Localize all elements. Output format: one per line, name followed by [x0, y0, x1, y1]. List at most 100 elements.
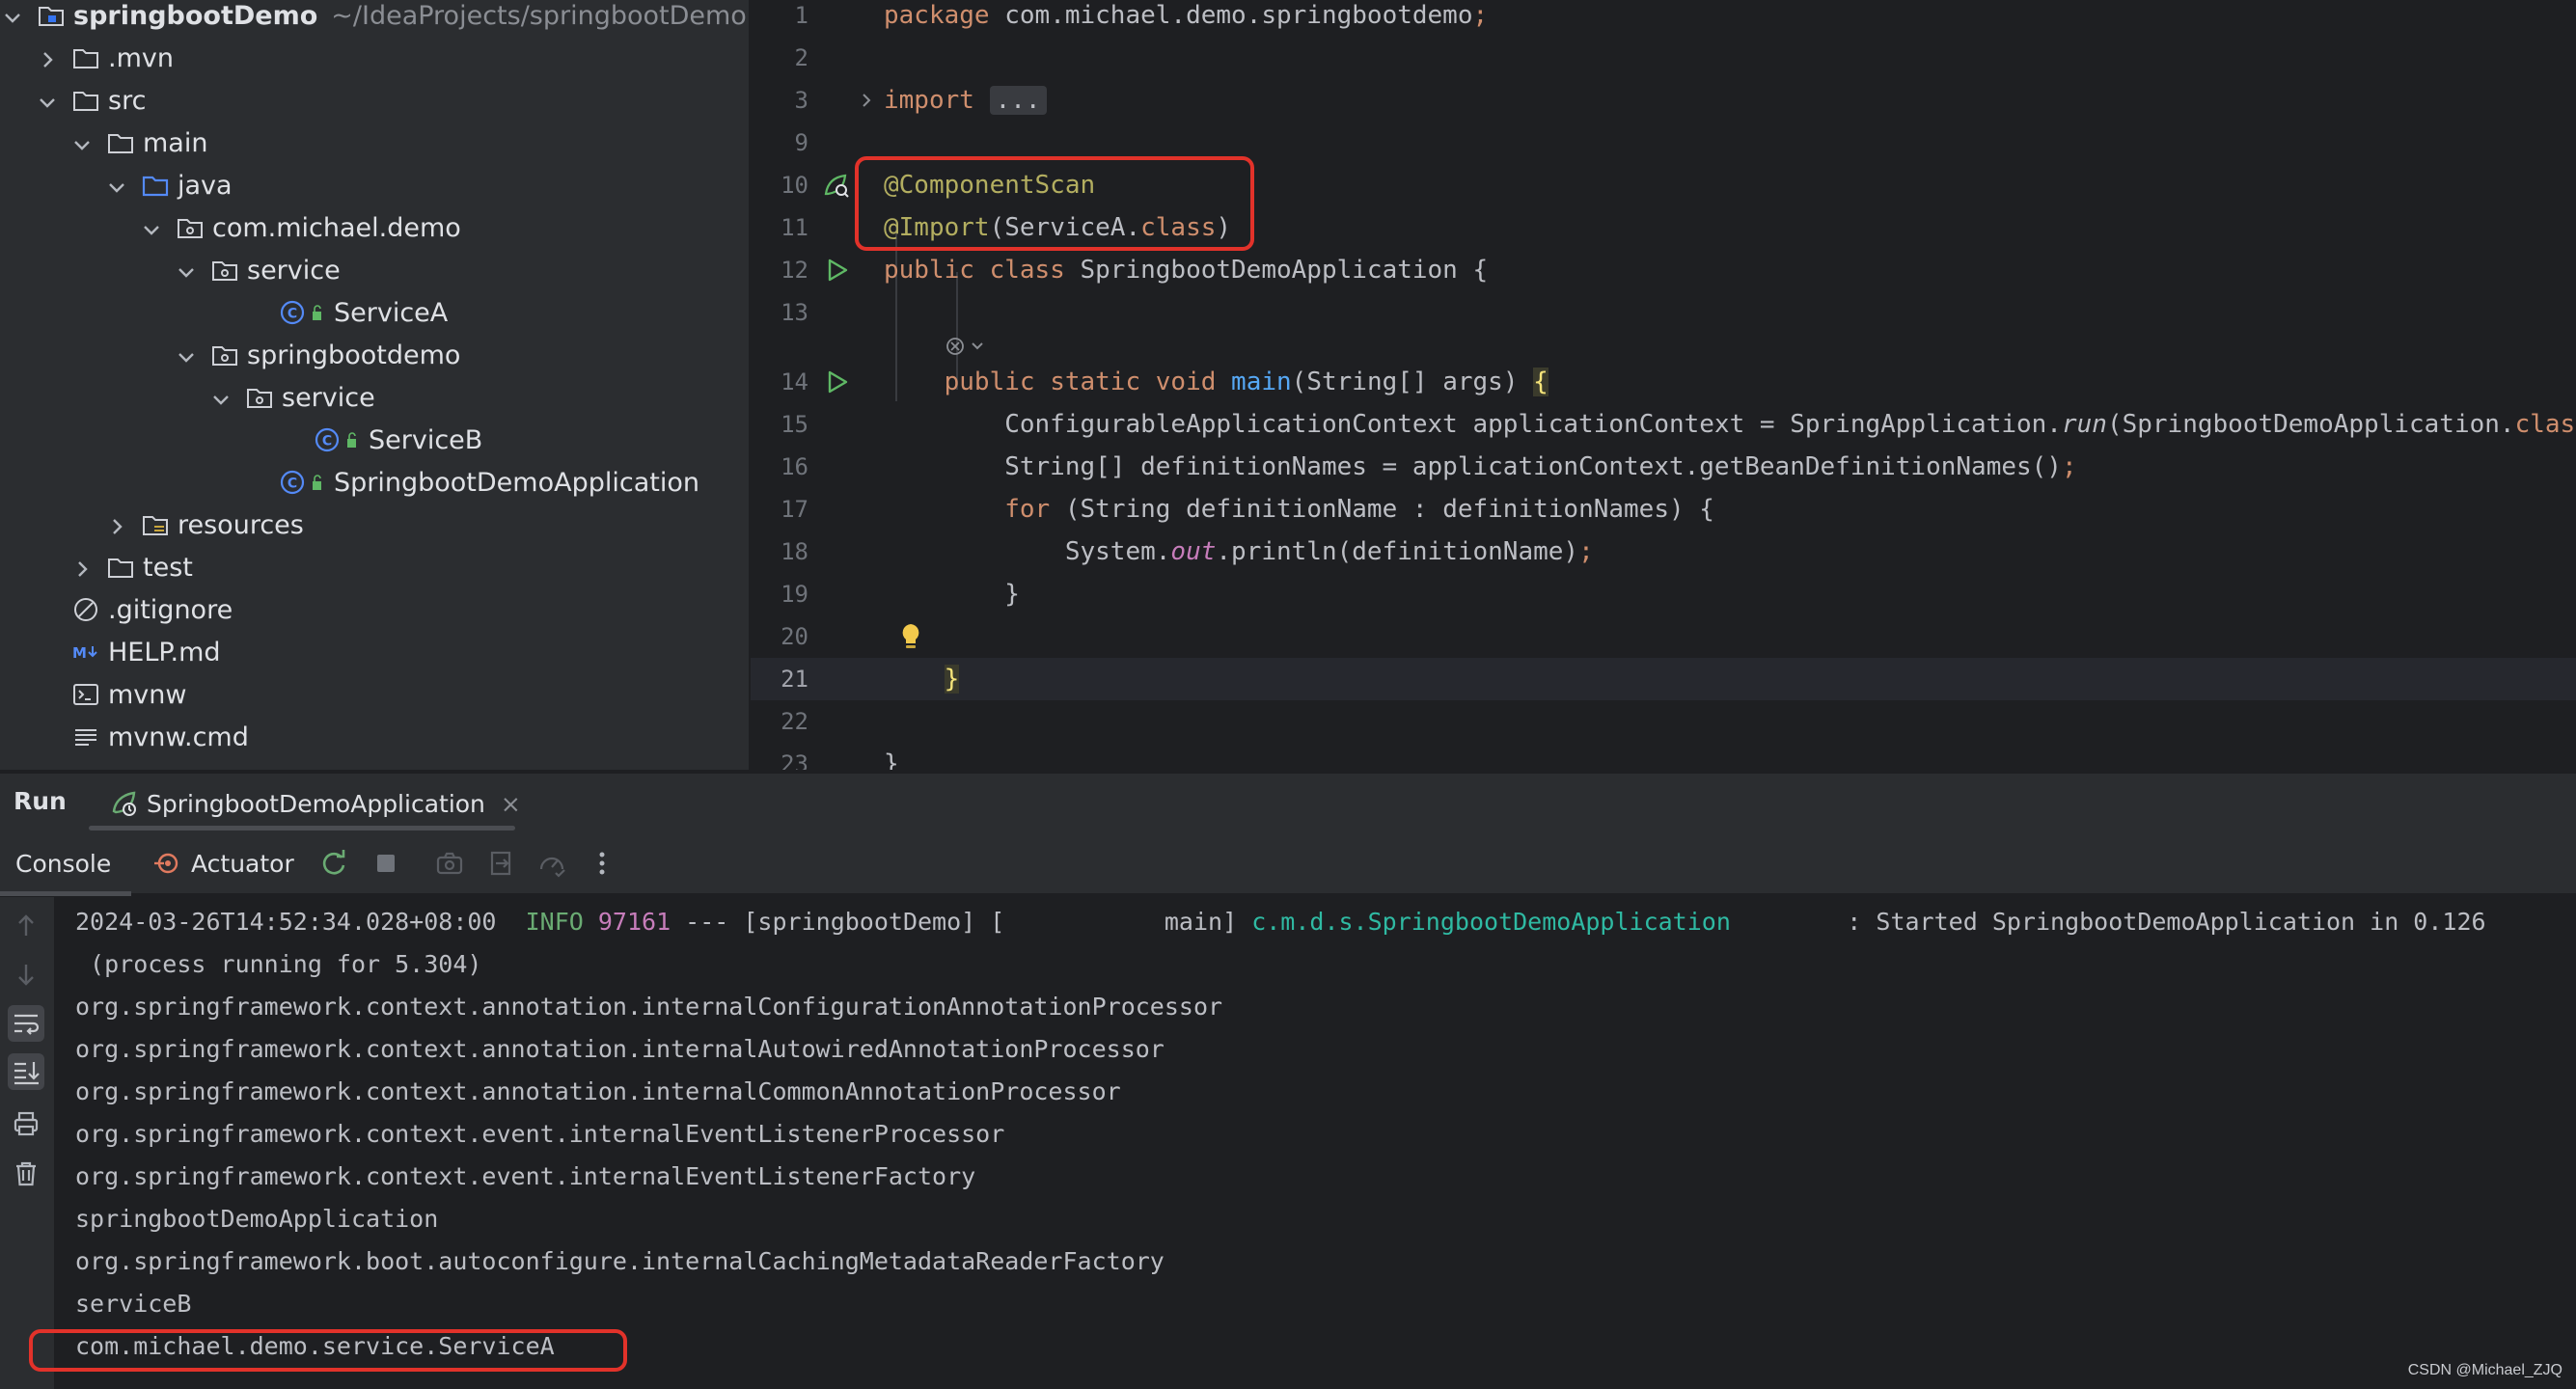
- code-token: System.: [884, 537, 1171, 566]
- code-line[interactable]: 17 for (String definitionName : definiti…: [751, 488, 2576, 531]
- tree-item[interactable]: main: [0, 122, 749, 164]
- code-line[interactable]: 15 ConfigurableApplicationContext applic…: [751, 403, 2576, 446]
- bean-scan-icon[interactable]: [822, 171, 851, 200]
- tree-item[interactable]: M HELP.md: [0, 631, 749, 673]
- fold-expand-icon[interactable]: [857, 91, 876, 110]
- tree-item[interactable]: java: [0, 164, 749, 206]
- code-line[interactable]: 22: [751, 700, 2576, 743]
- code-line[interactable]: 19 }: [751, 573, 2576, 615]
- tree-item[interactable]: springbootdemo: [0, 334, 749, 376]
- tree-item[interactable]: .mvn: [0, 37, 749, 79]
- actuator-icon: [151, 848, 181, 879]
- more-options-icon[interactable]: [587, 848, 617, 879]
- coverage-icon[interactable]: [536, 848, 567, 879]
- chevron-down-icon[interactable]: [210, 387, 232, 408]
- tree-item[interactable]: src: [0, 79, 749, 122]
- rerun-icon[interactable]: [318, 848, 349, 879]
- svg-text:C: C: [288, 307, 297, 322]
- tree-item[interactable]: service: [0, 249, 749, 291]
- tree-item[interactable]: mvnw.cmd: [0, 716, 749, 758]
- scroll-up-icon[interactable]: [8, 907, 44, 943]
- code-line[interactable]: 12 public class SpringbootDemoApplication…: [751, 249, 2576, 291]
- tree-item[interactable]: C ServiceA: [0, 291, 749, 334]
- code-line[interactable]: 14 public static void main(String[] args…: [751, 361, 2576, 403]
- text-file-icon: [71, 722, 100, 751]
- run-tab-springboot-demo-application[interactable]: SpringbootDemoApplication ×: [108, 774, 521, 833]
- folder-icon: [71, 86, 100, 115]
- source-folder-icon: [141, 171, 170, 200]
- code-token: (SpringbootDemoApplication.: [2106, 410, 2515, 439]
- code-token[interactable]: ...: [989, 86, 1047, 115]
- logger-link[interactable]: c.m.d.s.SpringbootDemoApplication: [1251, 908, 1731, 936]
- tab-console[interactable]: Console: [15, 831, 111, 895]
- tree-item[interactable]: .gitignore: [0, 588, 749, 631]
- lightbulb-icon[interactable]: [897, 621, 924, 652]
- scroll-to-end-icon[interactable]: [8, 1053, 44, 1090]
- print-icon[interactable]: [8, 1105, 44, 1142]
- chevron-down-icon[interactable]: [141, 217, 162, 238]
- actuator-tab-label: Actuator: [191, 849, 294, 878]
- tree-item[interactable]: com.michael.demo: [0, 206, 749, 249]
- run-icon[interactable]: [822, 368, 851, 396]
- code-editor[interactable]: 1 package com.michael.demo.springbootdemo…: [751, 0, 2576, 770]
- tree-item[interactable]: resources: [0, 504, 749, 546]
- tab-actuator[interactable]: Actuator: [151, 831, 294, 895]
- chevron-down-icon[interactable]: [176, 344, 197, 366]
- console-output[interactable]: 2024-03-26T14:52:34.028+08:00 INFO 97161…: [54, 897, 2576, 1389]
- tree-item[interactable]: mvnw: [0, 673, 749, 716]
- code-text: String[] definitionNames = applicationCo…: [884, 446, 2076, 488]
- code-line[interactable]: 3 import ...: [751, 79, 2576, 122]
- scroll-down-icon[interactable]: [8, 957, 44, 994]
- code-text: System.out.println(definitionName);: [884, 531, 1594, 573]
- line-number: 14: [781, 368, 808, 395]
- tree-item[interactable]: springbootDemo ~/IdeaProjects/springbootD…: [0, 0, 749, 37]
- code-line[interactable]: 16 String[] definitionNames = applicatio…: [751, 446, 2576, 488]
- console-tab-underline: [0, 891, 131, 896]
- tree-item-label: src: [108, 85, 147, 116]
- code-line[interactable]: 20: [751, 615, 2576, 658]
- class-icon: C: [280, 298, 326, 327]
- chevron-down-icon[interactable]: [176, 259, 197, 281]
- code-line[interactable]: 21 }: [751, 658, 2576, 700]
- tree-item[interactable]: service: [0, 376, 749, 419]
- chevron-down-icon[interactable]: [37, 90, 58, 111]
- run-icon[interactable]: [822, 256, 851, 285]
- tree-item-label: main: [143, 127, 208, 158]
- chevron-down-icon[interactable]: [2, 5, 23, 26]
- tree-item-label: java: [178, 170, 233, 201]
- chevron-right-icon[interactable]: [71, 557, 93, 578]
- chevron-right-icon[interactable]: [37, 47, 58, 68]
- ai-actions-icon[interactable]: [944, 334, 990, 359]
- close-tab-icon[interactable]: ×: [501, 790, 521, 818]
- line-number: 12: [781, 257, 808, 284]
- project-path: ~/IdeaProjects/springbootDemo: [331, 0, 747, 31]
- tree-item[interactable]: test: [0, 546, 749, 588]
- watermark: CSDN @Michael_ZJQ: [2407, 1362, 2562, 1378]
- code-line[interactable]: 18 System.out.println(definitionName);: [751, 531, 2576, 573]
- chevron-down-icon[interactable]: [71, 132, 93, 153]
- exit-icon[interactable]: [486, 848, 517, 879]
- chevron-right-icon[interactable]: [106, 514, 127, 535]
- chevron-down-icon[interactable]: [106, 175, 127, 196]
- stop-icon[interactable]: [370, 848, 401, 879]
- soft-wrap-icon[interactable]: [8, 1005, 44, 1042]
- code-token: {: [1533, 368, 1548, 396]
- console-token: serviceB: [75, 1290, 192, 1318]
- console-line: springbootDemoApplication: [75, 1198, 438, 1240]
- camera-icon[interactable]: [434, 848, 465, 879]
- clear-all-icon[interactable]: [8, 1156, 44, 1192]
- code-token: out: [1170, 537, 1217, 566]
- code-line[interactable]: 1 package com.michael.demo.springbootdemo…: [751, 0, 2576, 37]
- code-line[interactable]: 23}: [751, 743, 2576, 770]
- tree-item[interactable]: C ServiceB: [0, 419, 749, 461]
- code-text: public static void main(String[] args) {: [884, 361, 1548, 403]
- code-line[interactable]: 2: [751, 37, 2576, 79]
- code-text: }: [884, 743, 899, 770]
- tree-item[interactable]: C SpringbootDemoApplication: [0, 461, 749, 504]
- output-highlight-box: [29, 1329, 627, 1372]
- run-window-title: Run: [14, 787, 67, 815]
